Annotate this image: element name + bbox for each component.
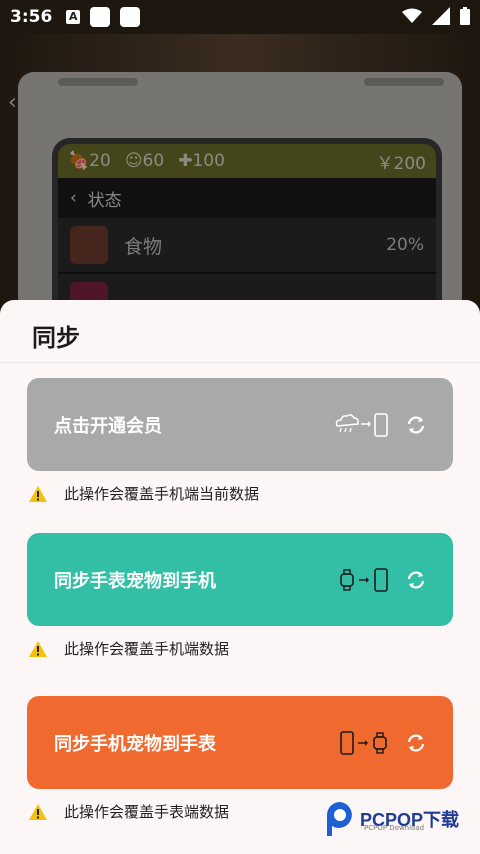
- watermark-sub: PCPOP Download: [364, 824, 425, 832]
- app-notification-icon: A: [66, 10, 81, 24]
- divider: [0, 362, 480, 363]
- option-label: 同步手表宠物到手机: [54, 570, 216, 592]
- warning-icon: [29, 485, 47, 502]
- wifi-icon: [402, 8, 422, 23]
- notification-icon: [90, 7, 111, 27]
- pcpop-logo-icon: [327, 802, 352, 836]
- warning-note: 此操作会覆盖手机端数据: [28, 638, 229, 659]
- sync-icon: [407, 415, 425, 434]
- watch-to-phone-icon: [339, 567, 391, 593]
- sync-icon: [407, 570, 425, 589]
- option-label: 点击开通会员: [54, 415, 162, 437]
- sync-icon: [407, 733, 425, 752]
- sync-watch-to-phone-button[interactable]: 同步手表宠物到手机: [27, 533, 453, 626]
- warning-note: 此操作会覆盖手表端数据: [28, 801, 229, 822]
- clock: 3:56: [10, 7, 53, 27]
- sheet-title: 同步: [32, 324, 80, 352]
- sync-phone-to-watch-button[interactable]: 同步手机宠物到手表: [27, 696, 453, 789]
- watermark: PCPOP下载 PCPOP Download: [324, 800, 459, 838]
- sync-bottom-sheet: 同步 点击开通会员 此操作会覆盖手机端当前数据 同步手表宠物到手机 此操作会覆盖…: [0, 300, 480, 854]
- status-bar: 3:56 A: [0, 0, 480, 34]
- warning-icon: [29, 640, 47, 657]
- battery-icon: [460, 7, 470, 25]
- warning-icon: [29, 803, 47, 820]
- notification-icon: [120, 7, 141, 27]
- cloud-to-phone-icon: [333, 412, 391, 438]
- cell-signal-icon: [432, 7, 450, 25]
- warning-note: 此操作会覆盖手机端当前数据: [28, 483, 259, 504]
- system-icons: [402, 7, 470, 25]
- option-label: 同步手机宠物到手表: [54, 733, 216, 755]
- phone-to-watch-icon: [339, 730, 391, 756]
- open-membership-button[interactable]: 点击开通会员: [27, 378, 453, 471]
